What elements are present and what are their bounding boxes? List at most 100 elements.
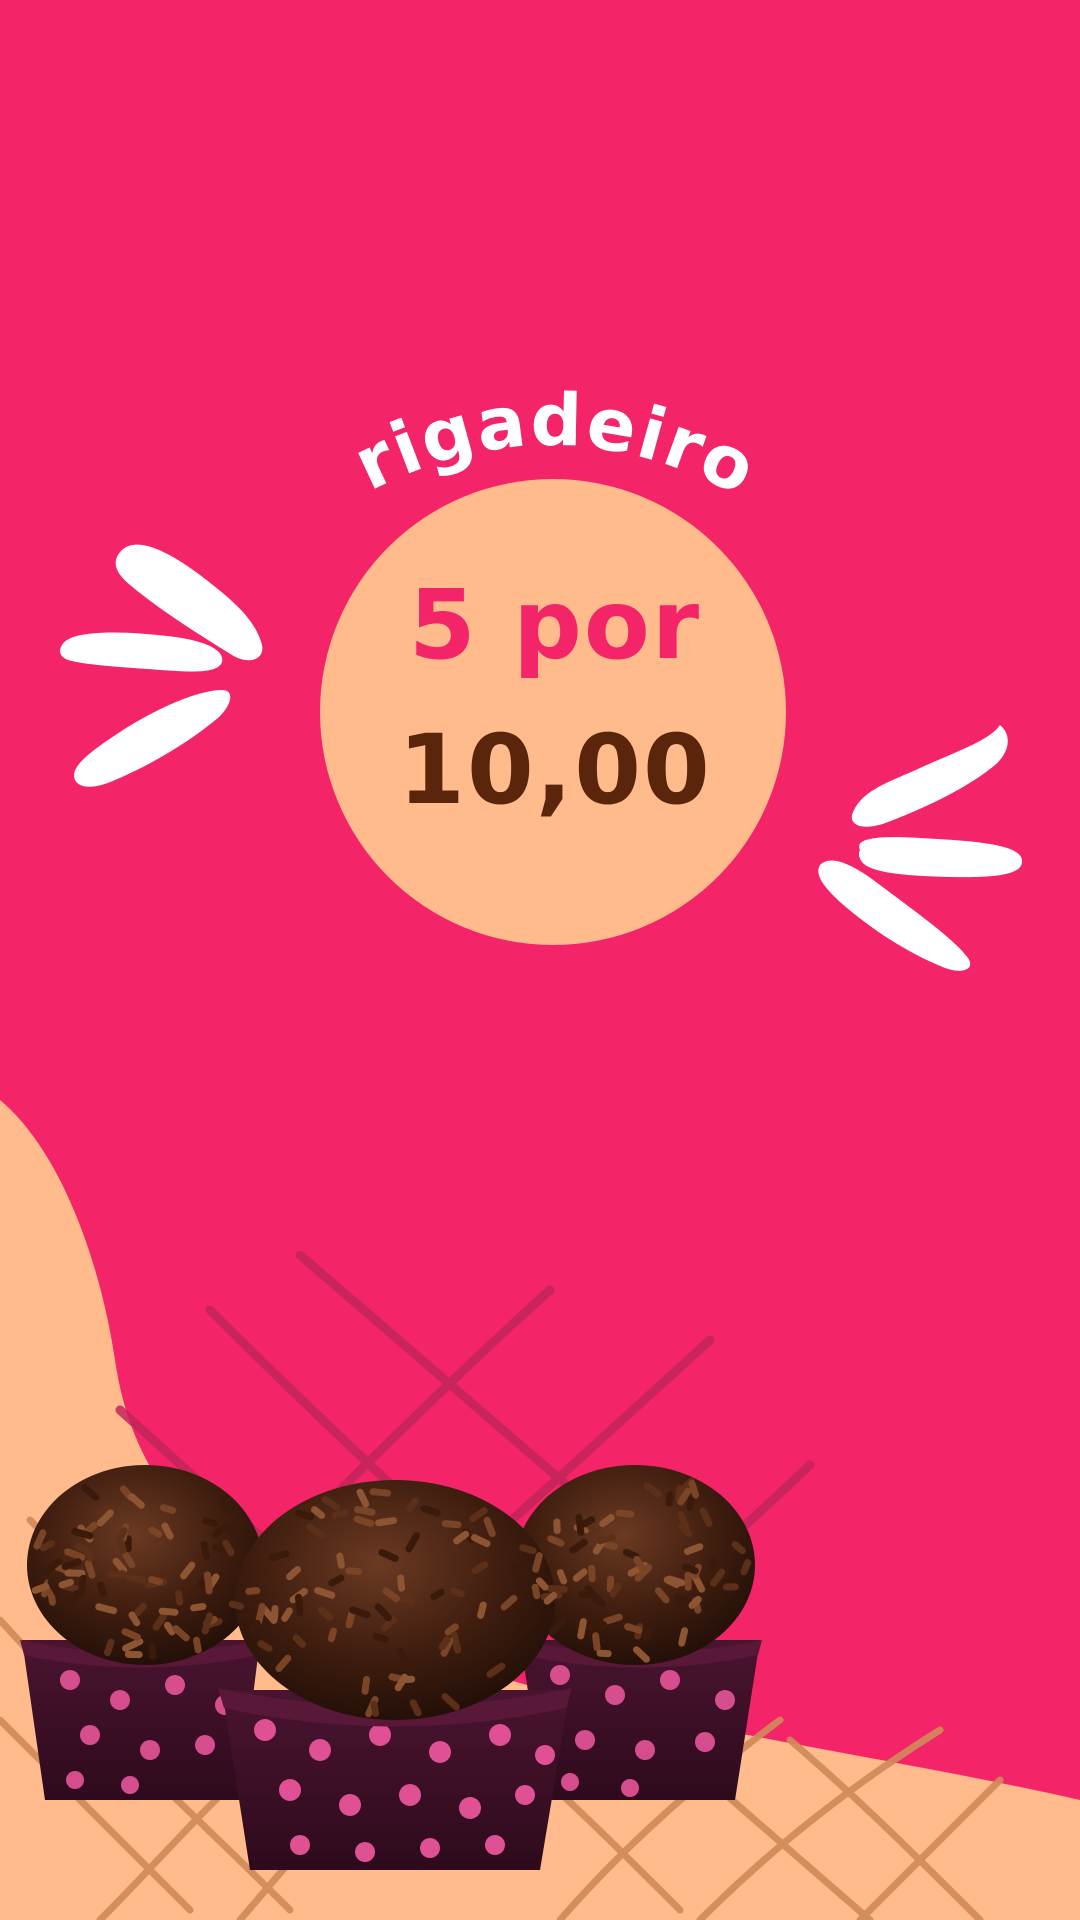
- sprinkle: [740, 1559, 752, 1576]
- offer-price-text: 10,00: [398, 714, 712, 826]
- sprinkle: [361, 1676, 371, 1695]
- sprinkle: [104, 1638, 115, 1657]
- sprinkle: [202, 1517, 219, 1527]
- price-badge-circle: [320, 479, 786, 945]
- sprinkle: [483, 1516, 496, 1538]
- sprinkle: [420, 1505, 441, 1517]
- sprinkle: [531, 1583, 541, 1600]
- sprinkle: [190, 1603, 207, 1612]
- sprinkle: [577, 1618, 587, 1640]
- sprinkle: [148, 1642, 157, 1660]
- sprinkle: [677, 1511, 690, 1532]
- sprinkle: [624, 1623, 643, 1634]
- sprinkle: [97, 1582, 107, 1597]
- sprinkle: [430, 1588, 445, 1601]
- sprinkle: [633, 1555, 646, 1572]
- sprinkle: [204, 1571, 213, 1595]
- sprinkle: [438, 1636, 451, 1651]
- sprinkle: [615, 1509, 635, 1518]
- sprinkle: [193, 1636, 202, 1654]
- sprinkle: [95, 1603, 118, 1615]
- sprinkle: [158, 1607, 179, 1616]
- sprinkle: [115, 1527, 128, 1543]
- sprinkle: [161, 1522, 174, 1540]
- sprinkle: [409, 1699, 422, 1717]
- sprinkle: [71, 1527, 94, 1540]
- sprinkle: [163, 1621, 176, 1636]
- sprinkle: [450, 1631, 462, 1654]
- poster-artwork: Brigadeiros: [0, 0, 1080, 1920]
- sprinkle: [592, 1593, 607, 1608]
- sprinkle: [395, 1593, 416, 1605]
- sprinkle: [532, 1552, 543, 1573]
- sprinkle: [688, 1596, 702, 1609]
- sprinkle: [572, 1568, 588, 1582]
- sprinkle: [159, 1504, 177, 1514]
- sprinkle: [587, 1618, 608, 1629]
- sprinkle: [592, 1632, 601, 1652]
- sprinkle: [688, 1480, 700, 1499]
- sprinkle: [328, 1574, 345, 1587]
- sprinkle: [477, 1601, 487, 1619]
- sprinkle: [281, 1607, 293, 1622]
- sprinkle: [133, 1602, 147, 1617]
- sprinkle: [375, 1517, 397, 1527]
- sprinkle: [327, 1627, 337, 1643]
- sprinkle: [295, 1509, 315, 1521]
- sprinkle: [588, 1564, 596, 1583]
- sprinkle: [388, 1673, 405, 1683]
- sprinkle: [255, 1603, 266, 1626]
- sprinkle: [678, 1627, 689, 1647]
- sprinkle: [519, 1544, 537, 1555]
- sprinkle: [311, 1506, 326, 1519]
- sprinkle: [353, 1515, 375, 1527]
- sprinkle: [510, 1564, 528, 1576]
- sprinkle: [292, 1634, 307, 1648]
- sprinkle: [396, 1647, 408, 1664]
- sprinkle: [245, 1587, 261, 1595]
- sprinkle: [602, 1613, 623, 1625]
- sprinkle: [681, 1563, 699, 1575]
- sprinkle: [609, 1582, 622, 1598]
- sprinkle: [543, 1591, 558, 1605]
- sprinkle: [441, 1520, 462, 1529]
- sprinkle: [271, 1605, 279, 1622]
- sprinkle: [373, 1632, 389, 1644]
- sprinkle: [201, 1612, 213, 1635]
- sprinkle: [683, 1543, 704, 1555]
- sprinkle: [353, 1506, 376, 1516]
- sprinkle: [122, 1552, 136, 1569]
- sprinkle: [61, 1558, 82, 1571]
- sprinkle: [546, 1585, 568, 1593]
- sprinkle: [257, 1640, 273, 1652]
- sprinkle: [345, 1608, 356, 1629]
- sprinkle: [175, 1590, 184, 1606]
- sprinkle: [125, 1573, 147, 1584]
- offer-quantity-text: 5 por: [408, 569, 702, 681]
- sprinkle: [31, 1582, 50, 1594]
- sprinkle: [731, 1541, 746, 1555]
- sprinkle: [336, 1552, 345, 1569]
- sprinkle: [117, 1538, 127, 1554]
- sprinkle: [370, 1700, 380, 1717]
- sprinkle: [249, 1619, 261, 1635]
- sprinkle: [228, 1600, 244, 1610]
- sprinkle: [128, 1611, 141, 1627]
- sprinkle: [406, 1497, 419, 1512]
- sprinkle: [575, 1514, 585, 1536]
- sprinkle: [535, 1577, 549, 1591]
- sprinkle: [642, 1625, 653, 1642]
- sprinkle: [397, 1574, 406, 1592]
- sprinkle: [269, 1550, 290, 1562]
- sprinkle: [200, 1541, 210, 1560]
- sprinkle: [369, 1488, 391, 1497]
- sprinkle: [709, 1557, 718, 1573]
- sprinkle: [547, 1535, 565, 1547]
- sprinkle: [77, 1574, 87, 1597]
- sprinkle: [47, 1587, 56, 1606]
- sprinkle: [674, 1594, 693, 1605]
- poster: Brigadeiros: [0, 0, 1080, 1920]
- sprinkle: [402, 1658, 418, 1672]
- sprinkle: [39, 1540, 55, 1552]
- sprinkle: [600, 1540, 618, 1551]
